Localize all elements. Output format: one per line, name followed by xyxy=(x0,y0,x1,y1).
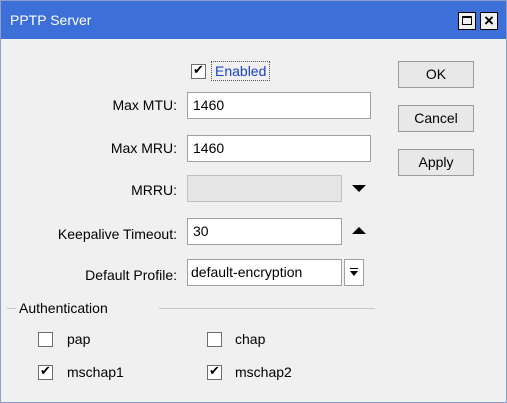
mschap2-label: mschap2 xyxy=(235,364,292,380)
max-mtu-input[interactable]: 1460 xyxy=(187,92,371,119)
mrru-input[interactable] xyxy=(187,175,342,202)
mschap1-checkbox[interactable]: ✔ xyxy=(38,363,53,380)
pptp-server-window: PPTP Server × ✔ Enabled OK Cancel Apply … xyxy=(0,0,507,403)
ok-button[interactable]: OK xyxy=(398,61,474,88)
chevron-down-icon xyxy=(350,271,358,276)
keepalive-timeout-label: Keepalive Timeout: xyxy=(57,226,177,242)
group-divider-left xyxy=(7,308,16,309)
enabled-label: Enabled xyxy=(215,63,267,79)
close-button[interactable]: × xyxy=(480,11,498,30)
maximize-button[interactable] xyxy=(458,12,476,30)
check-icon: ✔ xyxy=(209,363,220,378)
pap-label: pap xyxy=(67,331,91,347)
authentication-group-title: Authentication xyxy=(19,300,108,316)
apply-button[interactable]: Apply xyxy=(398,149,474,176)
title-bar[interactable]: PPTP Server × xyxy=(1,1,506,39)
cancel-button[interactable]: Cancel xyxy=(398,105,474,132)
default-profile-dropdown-button[interactable] xyxy=(344,259,364,286)
max-mtu-label: Max MTU: xyxy=(112,97,177,113)
max-mru-label: Max MRU: xyxy=(110,140,177,156)
mrru-label: MRRU: xyxy=(131,182,177,198)
window-title: PPTP Server xyxy=(10,12,92,28)
close-icon: × xyxy=(484,11,494,30)
max-mru-input[interactable]: 1460 xyxy=(187,135,371,162)
chap-checkbox[interactable] xyxy=(207,332,222,347)
chap-label: chap xyxy=(235,331,266,347)
check-icon: ✔ xyxy=(193,62,204,77)
maximize-icon xyxy=(462,16,472,25)
mschap1-label: mschap1 xyxy=(67,364,124,380)
default-profile-select[interactable]: default-encryption xyxy=(187,259,342,286)
group-divider-right xyxy=(159,308,375,309)
keepalive-collapse-icon[interactable] xyxy=(352,227,366,234)
pap-checkbox[interactable] xyxy=(38,332,53,347)
dropdown-bar-icon xyxy=(350,268,358,269)
keepalive-timeout-input[interactable]: 30 xyxy=(187,218,342,245)
enabled-checkbox[interactable]: ✔ xyxy=(191,62,206,79)
mschap2-checkbox[interactable]: ✔ xyxy=(207,363,222,380)
default-profile-label: Default Profile: xyxy=(85,267,177,283)
enabled-label-focus[interactable]: Enabled xyxy=(211,61,271,81)
check-icon: ✔ xyxy=(40,363,51,378)
mrru-expand-icon[interactable] xyxy=(352,185,366,192)
